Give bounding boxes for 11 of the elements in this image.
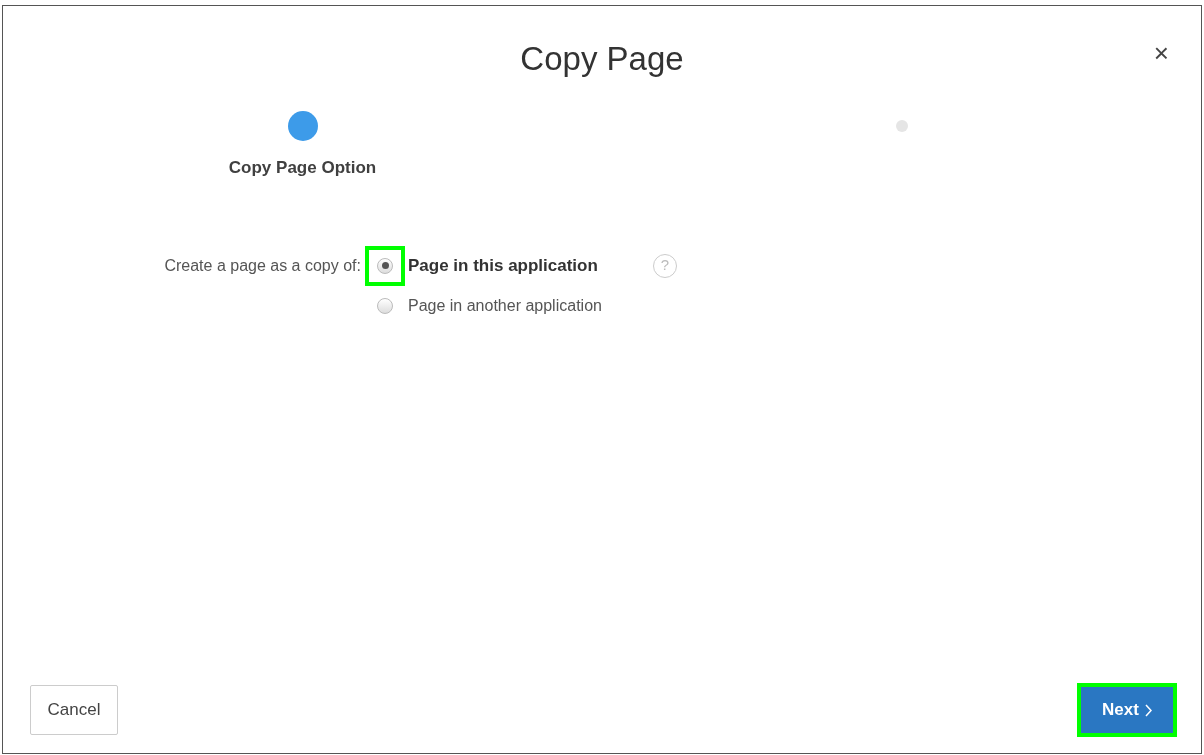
- step-label: Copy Page Option: [228, 156, 377, 179]
- dialog-title: Copy Page: [520, 39, 684, 79]
- radio-label[interactable]: Page in another application: [408, 293, 638, 318]
- field-label: Create a page as a copy of:: [164, 255, 361, 276]
- radio-button[interactable]: [377, 297, 393, 314]
- next-button[interactable]: Next: [1077, 683, 1177, 737]
- cancel-button[interactable]: Cancel: [30, 685, 118, 735]
- radio-label[interactable]: Page in this application: [408, 252, 638, 279]
- radio-button[interactable]: [377, 257, 393, 274]
- close-button[interactable]: ×: [1153, 40, 1169, 66]
- chevron-icon: [1144, 703, 1152, 717]
